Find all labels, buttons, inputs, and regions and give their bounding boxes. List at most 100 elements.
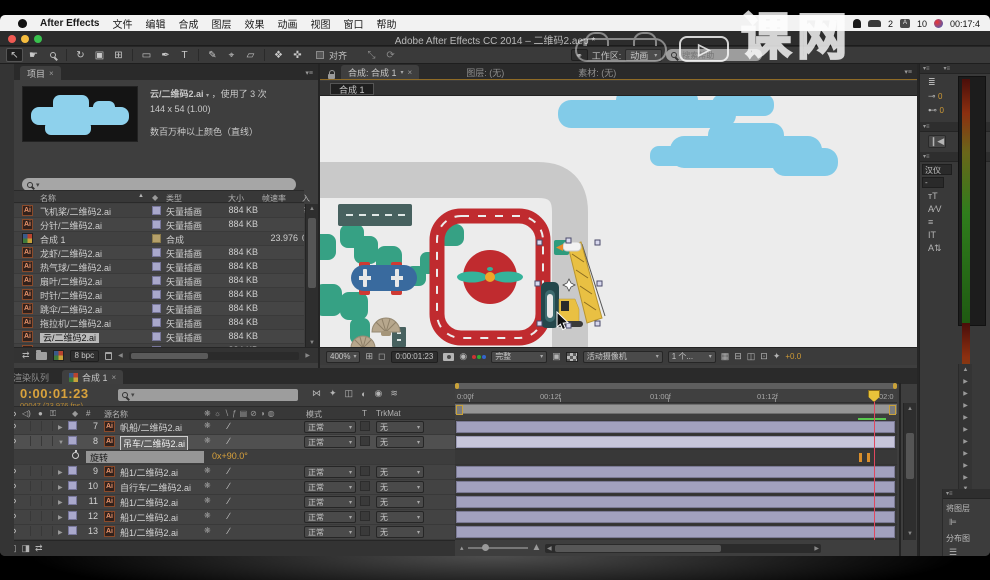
help-search-input[interactable] xyxy=(680,50,750,61)
label-color-swatch[interactable] xyxy=(152,304,161,313)
layer-name[interactable]: 船1/二维码2.ai xyxy=(120,496,178,509)
project-horizontal-scrollbar[interactable] xyxy=(129,352,300,360)
expand-arrow-icon[interactable] xyxy=(58,511,63,521)
go-to-start-button[interactable]: ❙◀ xyxy=(928,135,946,148)
align-checkbox[interactable] xyxy=(316,51,324,59)
menubar-item[interactable]: 编辑 xyxy=(145,16,165,31)
layer-duration-bar[interactable] xyxy=(455,525,897,540)
trkmat-select[interactable]: 无▾ xyxy=(376,466,424,478)
timeline-vertical-scrollbar[interactable]: ▲ ▼ xyxy=(903,403,916,540)
trkmat-toggle[interactable] xyxy=(360,436,370,446)
show-channel-icon[interactable] xyxy=(472,355,486,359)
av-feature-boxes[interactable] xyxy=(20,496,53,508)
tab-project[interactable]: 项目× xyxy=(20,66,61,80)
source-name-column[interactable]: 源名称 xyxy=(104,409,128,420)
search-options-icon[interactable]: ▾ xyxy=(131,391,135,399)
layer-color-swatch[interactable] xyxy=(68,466,77,477)
transparency-grid-icon[interactable] xyxy=(566,352,578,362)
layer-duration-bar[interactable] xyxy=(455,495,897,510)
timeline-layer-row[interactable]: 7 Ai 帆船/二维码2.ai ❋ ∕ 正常▾ 无▾ xyxy=(0,420,455,435)
footage-dropdown-icon[interactable]: ▾ xyxy=(206,93,209,99)
menubar-item[interactable]: 视图 xyxy=(310,16,330,31)
menubar-item[interactable]: 图层 xyxy=(211,16,231,31)
trkmat-toggle[interactable] xyxy=(360,526,370,536)
font-style-select[interactable]: - xyxy=(922,177,944,188)
panel-menu-icon[interactable]: ▾≡ xyxy=(923,153,930,160)
av-feature-boxes[interactable] xyxy=(20,466,53,478)
scroll-left-icon[interactable]: ◀ xyxy=(118,352,123,359)
timeline-layer-row[interactable]: 9 Ai 船1/二维码2.ai ❋ ∕ 正常▾ 无▾ xyxy=(0,465,455,480)
exposure-value[interactable]: +0.0 xyxy=(785,352,801,361)
timeline-search-box[interactable]: ▾ xyxy=(118,389,298,401)
quality-switch-icon[interactable]: ∕ xyxy=(228,466,230,476)
quality-switch-icon[interactable]: ∕ xyxy=(228,481,230,491)
layer-duration-bar[interactable] xyxy=(455,510,897,525)
notification-icon[interactable] xyxy=(853,19,861,28)
mask-visibility-icon[interactable]: ◻ xyxy=(378,351,385,362)
label-color-swatch[interactable] xyxy=(152,206,161,215)
expand-arrow-icon[interactable] xyxy=(58,436,64,446)
project-item-row[interactable]: Ai 时针/二维码2.ai 矢量插画 884 KB xyxy=(14,288,304,302)
menubar-item[interactable]: 帮助 xyxy=(376,16,396,31)
new-folder-icon[interactable] xyxy=(36,352,47,360)
trkmat-select[interactable]: 无▾ xyxy=(376,421,424,433)
expand-arrow-icon[interactable] xyxy=(58,421,63,431)
column-size[interactable]: 大小 xyxy=(228,193,244,204)
trkmat-toggle[interactable] xyxy=(360,496,370,506)
timeline-layer-row[interactable]: 12 Ai 船1/二维码2.ai ❋ ∕ 正常▾ 无▾ xyxy=(0,510,455,525)
tab-composition[interactable]: 合成: 合成 1▾× xyxy=(341,65,419,79)
fast-preview-icon[interactable]: ⊟ xyxy=(734,351,742,362)
trkmat-toggle[interactable] xyxy=(360,421,370,431)
trkmat-column[interactable]: TrkMat xyxy=(376,409,401,418)
av-feature-boxes[interactable] xyxy=(20,526,53,538)
label-color-swatch[interactable] xyxy=(152,220,161,229)
search-options-icon[interactable]: ▾ xyxy=(36,181,40,189)
project-item-row[interactable]: Ai 龙虾/二维码2.ai 矢量插画 884 KB xyxy=(14,246,304,260)
column-name[interactable]: 名称 xyxy=(40,193,56,204)
shape-tool[interactable]: ▭ xyxy=(138,48,155,62)
zoom-tool[interactable] xyxy=(44,48,61,62)
trkmat-toggle[interactable] xyxy=(360,481,370,491)
trkmat-select[interactable]: 无▾ xyxy=(376,481,424,493)
menubar-item[interactable]: 窗口 xyxy=(343,16,363,31)
resolution-select[interactable]: 完整▾ xyxy=(491,351,547,363)
layer-color-swatch[interactable] xyxy=(68,511,77,522)
layer-color-swatch[interactable] xyxy=(68,481,77,492)
quality-switch-icon[interactable]: ∕ xyxy=(228,526,230,536)
expand-arrow-icon[interactable] xyxy=(58,526,63,536)
label-color-swatch[interactable] xyxy=(152,318,161,327)
project-item-row[interactable]: Ai 热气球/二维码2.ai 矢量插画 884 KB xyxy=(14,260,304,274)
current-time-display[interactable]: 0:00:01:23 xyxy=(20,386,89,401)
timeline-horizontal-scrollbar[interactable]: ◀ ▶ xyxy=(545,544,821,553)
viewer-current-time[interactable]: 0:00:01:23 xyxy=(391,351,439,363)
app-menu-title[interactable]: After Effects xyxy=(40,18,99,29)
project-item-row[interactable]: Ai 扇叶/二维码2.ai 矢量插画 884 KB xyxy=(14,274,304,288)
project-item-row[interactable]: Ai 跳伞/二维码2.ai 矢量插画 884 KB xyxy=(14,302,304,316)
project-item-row[interactable]: Ai 分针/二维码2.ai 矢量插画 884 KB xyxy=(14,218,304,232)
blend-mode-select[interactable]: 正常▾ xyxy=(304,511,356,523)
label-color-swatch[interactable] xyxy=(152,248,161,257)
collapse-switch-icon[interactable]: ❋ xyxy=(204,511,211,520)
project-item-row[interactable]: Ai 合成 1 合成 23.976 0: xyxy=(14,232,304,246)
column-type[interactable]: 类型 xyxy=(166,193,182,204)
recording-icon[interactable] xyxy=(934,19,943,28)
layer-duration-bar[interactable] xyxy=(455,420,897,435)
quality-switch-icon[interactable]: ∕ xyxy=(228,496,230,506)
camera-select[interactable]: 活动摄像机▾ xyxy=(583,351,663,363)
work-area-bar[interactable] xyxy=(455,404,897,414)
trkmat-toggle[interactable] xyxy=(360,466,370,476)
timeline-zoom-control[interactable]: ▴ ▲ xyxy=(460,542,541,553)
window-titlebar[interactable]: Adobe After Effects CC 2014 – 二维码2.aep * xyxy=(0,31,990,46)
label-color-swatch[interactable] xyxy=(152,276,161,285)
text-tool[interactable]: T xyxy=(176,48,193,62)
help-search-box[interactable] xyxy=(666,49,762,61)
composition-chip[interactable]: 合成 1 xyxy=(330,83,374,95)
layer-duration-bar[interactable] xyxy=(455,480,897,495)
selection-tool[interactable]: ↖ xyxy=(6,48,23,62)
sync-settings-icon[interactable]: ⚭ xyxy=(571,49,588,61)
menubar-item[interactable]: 动画 xyxy=(277,16,297,31)
flowchart-icon[interactable]: ⊡ xyxy=(760,351,768,362)
view-layout-select[interactable]: 1 个...▾ xyxy=(668,351,716,363)
puppet-pin-tool[interactable]: ✜ xyxy=(289,48,306,62)
layer-color-swatch[interactable] xyxy=(68,496,77,507)
